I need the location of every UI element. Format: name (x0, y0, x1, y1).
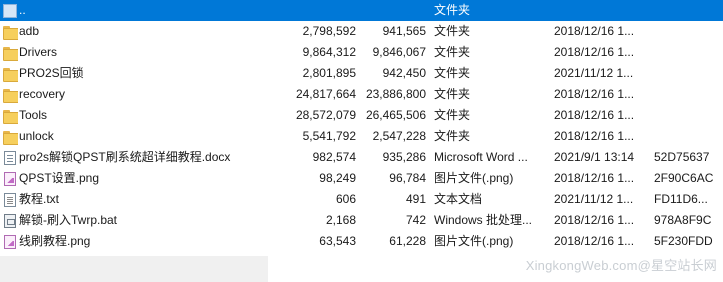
file-type: 文件夹 (434, 108, 471, 122)
packed-size: 935,286 (382, 150, 426, 164)
file-name: unlock (19, 129, 54, 143)
file-name: 解锁-刷入Twrp.bat (19, 213, 118, 227)
modified-date: 2018/12/16 1... (554, 129, 635, 143)
file-size: 98,249 (319, 171, 356, 185)
watermark: XingkongWeb.com@星空站长网 (525, 258, 717, 273)
modified-date: 2018/12/16 1... (554, 87, 635, 101)
packed-size: 26,465,506 (365, 108, 426, 122)
crc-value (654, 0, 720, 21)
modified-date: 2021/11/12 1... (554, 66, 634, 80)
file-size: 2,168 (325, 213, 356, 227)
crc-value (654, 42, 720, 63)
file-type: 图片文件(.png) (434, 171, 514, 185)
crc-value (654, 105, 720, 126)
file-size: 982,574 (312, 150, 356, 164)
file-size: 9,864,312 (302, 45, 356, 59)
file-type: 文件夹 (434, 3, 471, 17)
packed-size: 2,547,228 (372, 129, 426, 143)
folder-icon (2, 126, 18, 147)
file-name: recovery (19, 87, 66, 101)
modified-date: 2018/12/16 1... (554, 24, 635, 38)
file-name: Drivers (19, 45, 57, 59)
modified-date: 2018/12/16 1... (554, 45, 635, 59)
parent-folder-row[interactable]: .. 文件夹 (0, 0, 723, 21)
modified-date: 2018/12/16 1... (554, 171, 635, 185)
packed-size (358, 0, 426, 21)
crc-value (654, 63, 720, 84)
file-size: 606 (335, 192, 356, 206)
image-file-icon (2, 231, 18, 252)
modified-date: 2018/12/16 1... (554, 108, 635, 122)
batch-file-icon (2, 210, 18, 231)
modified-date: 2021/11/12 1... (554, 192, 634, 206)
file-name: 教程.txt (19, 192, 60, 206)
file-size: 63,543 (319, 234, 356, 248)
packed-size: 941,565 (382, 24, 426, 38)
crc-value: 5F230FDD (654, 234, 713, 248)
word-doc-icon (2, 147, 18, 168)
crc-value (654, 84, 720, 105)
file-size: 5,541,792 (302, 129, 356, 143)
packed-size: 491 (405, 192, 426, 206)
file-type: 文本文档 (434, 192, 483, 206)
file-size: 24,817,664 (295, 87, 356, 101)
modified-date: 2018/12/16 1... (554, 234, 635, 248)
up-folder-icon (2, 0, 18, 21)
file-name: PRO2S回锁 (19, 66, 84, 80)
crc-value: 978A8F9C (654, 213, 712, 227)
file-size: 28,572,079 (295, 108, 356, 122)
file-name: Tools (19, 108, 48, 122)
file-type: 文件夹 (434, 66, 471, 80)
file-row-flash-png[interactable]: 线刷教程.png 63,543 61,228 图片文件(.png) 2018/1… (0, 231, 723, 252)
folder-icon (2, 21, 18, 42)
packed-size: 23,886,800 (365, 87, 426, 101)
folder-icon (2, 84, 18, 105)
file-row-recovery[interactable]: recovery 24,817,664 23,886,800 文件夹 2018/… (0, 84, 723, 105)
file-name: pro2s解锁QPST刷系统超详细教程.docx (19, 150, 231, 164)
file-name: QPST设置.png (19, 171, 100, 185)
file-name: .. (19, 3, 26, 17)
crc-value (654, 21, 720, 42)
archive-file-list: .. 文件夹 adb 2,798,592 941,565 文件夹 2018/12… (0, 0, 723, 282)
file-row-pro2s-relock[interactable]: PRO2S回锁 2,801,895 942,450 文件夹 2021/11/12… (0, 63, 723, 84)
crc-value: FD11D6... (654, 192, 708, 206)
packed-size: 9,846,067 (372, 45, 426, 59)
file-row-docx[interactable]: pro2s解锁QPST刷系统超详细教程.docx 982,574 935,286… (0, 147, 723, 168)
modified-date: 2018/12/16 1... (554, 213, 635, 227)
crc-value: 2F90C6AC (654, 171, 714, 185)
file-row-qpst-png[interactable]: QPST设置.png 98,249 96,784 图片文件(.png) 2018… (0, 168, 723, 189)
file-type: 文件夹 (434, 129, 471, 143)
file-type: 文件夹 (434, 87, 471, 101)
crc-value: 52D75637 (654, 150, 710, 164)
packed-size: 96,784 (389, 171, 426, 185)
file-row-adb[interactable]: adb 2,798,592 941,565 文件夹 2018/12/16 1..… (0, 21, 723, 42)
file-row-tools[interactable]: Tools 28,572,079 26,465,506 文件夹 2018/12/… (0, 105, 723, 126)
folder-icon (2, 105, 18, 126)
folder-icon (2, 42, 18, 63)
packed-size: 742 (405, 213, 426, 227)
file-name: 线刷教程.png (19, 234, 91, 248)
file-type: Windows 批处理... (434, 213, 533, 227)
file-size: 2,798,592 (302, 24, 356, 38)
file-row-drivers[interactable]: Drivers 9,864,312 9,846,067 文件夹 2018/12/… (0, 42, 723, 63)
crc-value (654, 126, 720, 147)
image-file-icon (2, 168, 18, 189)
folder-icon (2, 63, 18, 84)
file-row-bat[interactable]: 解锁-刷入Twrp.bat 2,168 742 Windows 批处理... 2… (0, 210, 723, 231)
file-size (268, 0, 356, 21)
file-type: 图片文件(.png) (434, 234, 514, 248)
file-name: adb (19, 24, 40, 38)
file-row-unlock[interactable]: unlock 5,541,792 2,547,228 文件夹 2018/12/1… (0, 126, 723, 147)
modified-date: 2021/9/1 13:14 (554, 150, 635, 164)
list-blank-area (0, 256, 268, 282)
packed-size: 942,450 (382, 66, 426, 80)
text-file-icon (2, 189, 18, 210)
file-type: Microsoft Word ... (434, 150, 528, 164)
file-size: 2,801,895 (302, 66, 356, 80)
file-row-txt[interactable]: 教程.txt 606 491 文本文档 2021/11/12 1... FD11… (0, 189, 723, 210)
packed-size: 61,228 (389, 234, 426, 248)
modified-date (554, 0, 646, 21)
file-type: 文件夹 (434, 24, 471, 38)
file-type: 文件夹 (434, 45, 471, 59)
